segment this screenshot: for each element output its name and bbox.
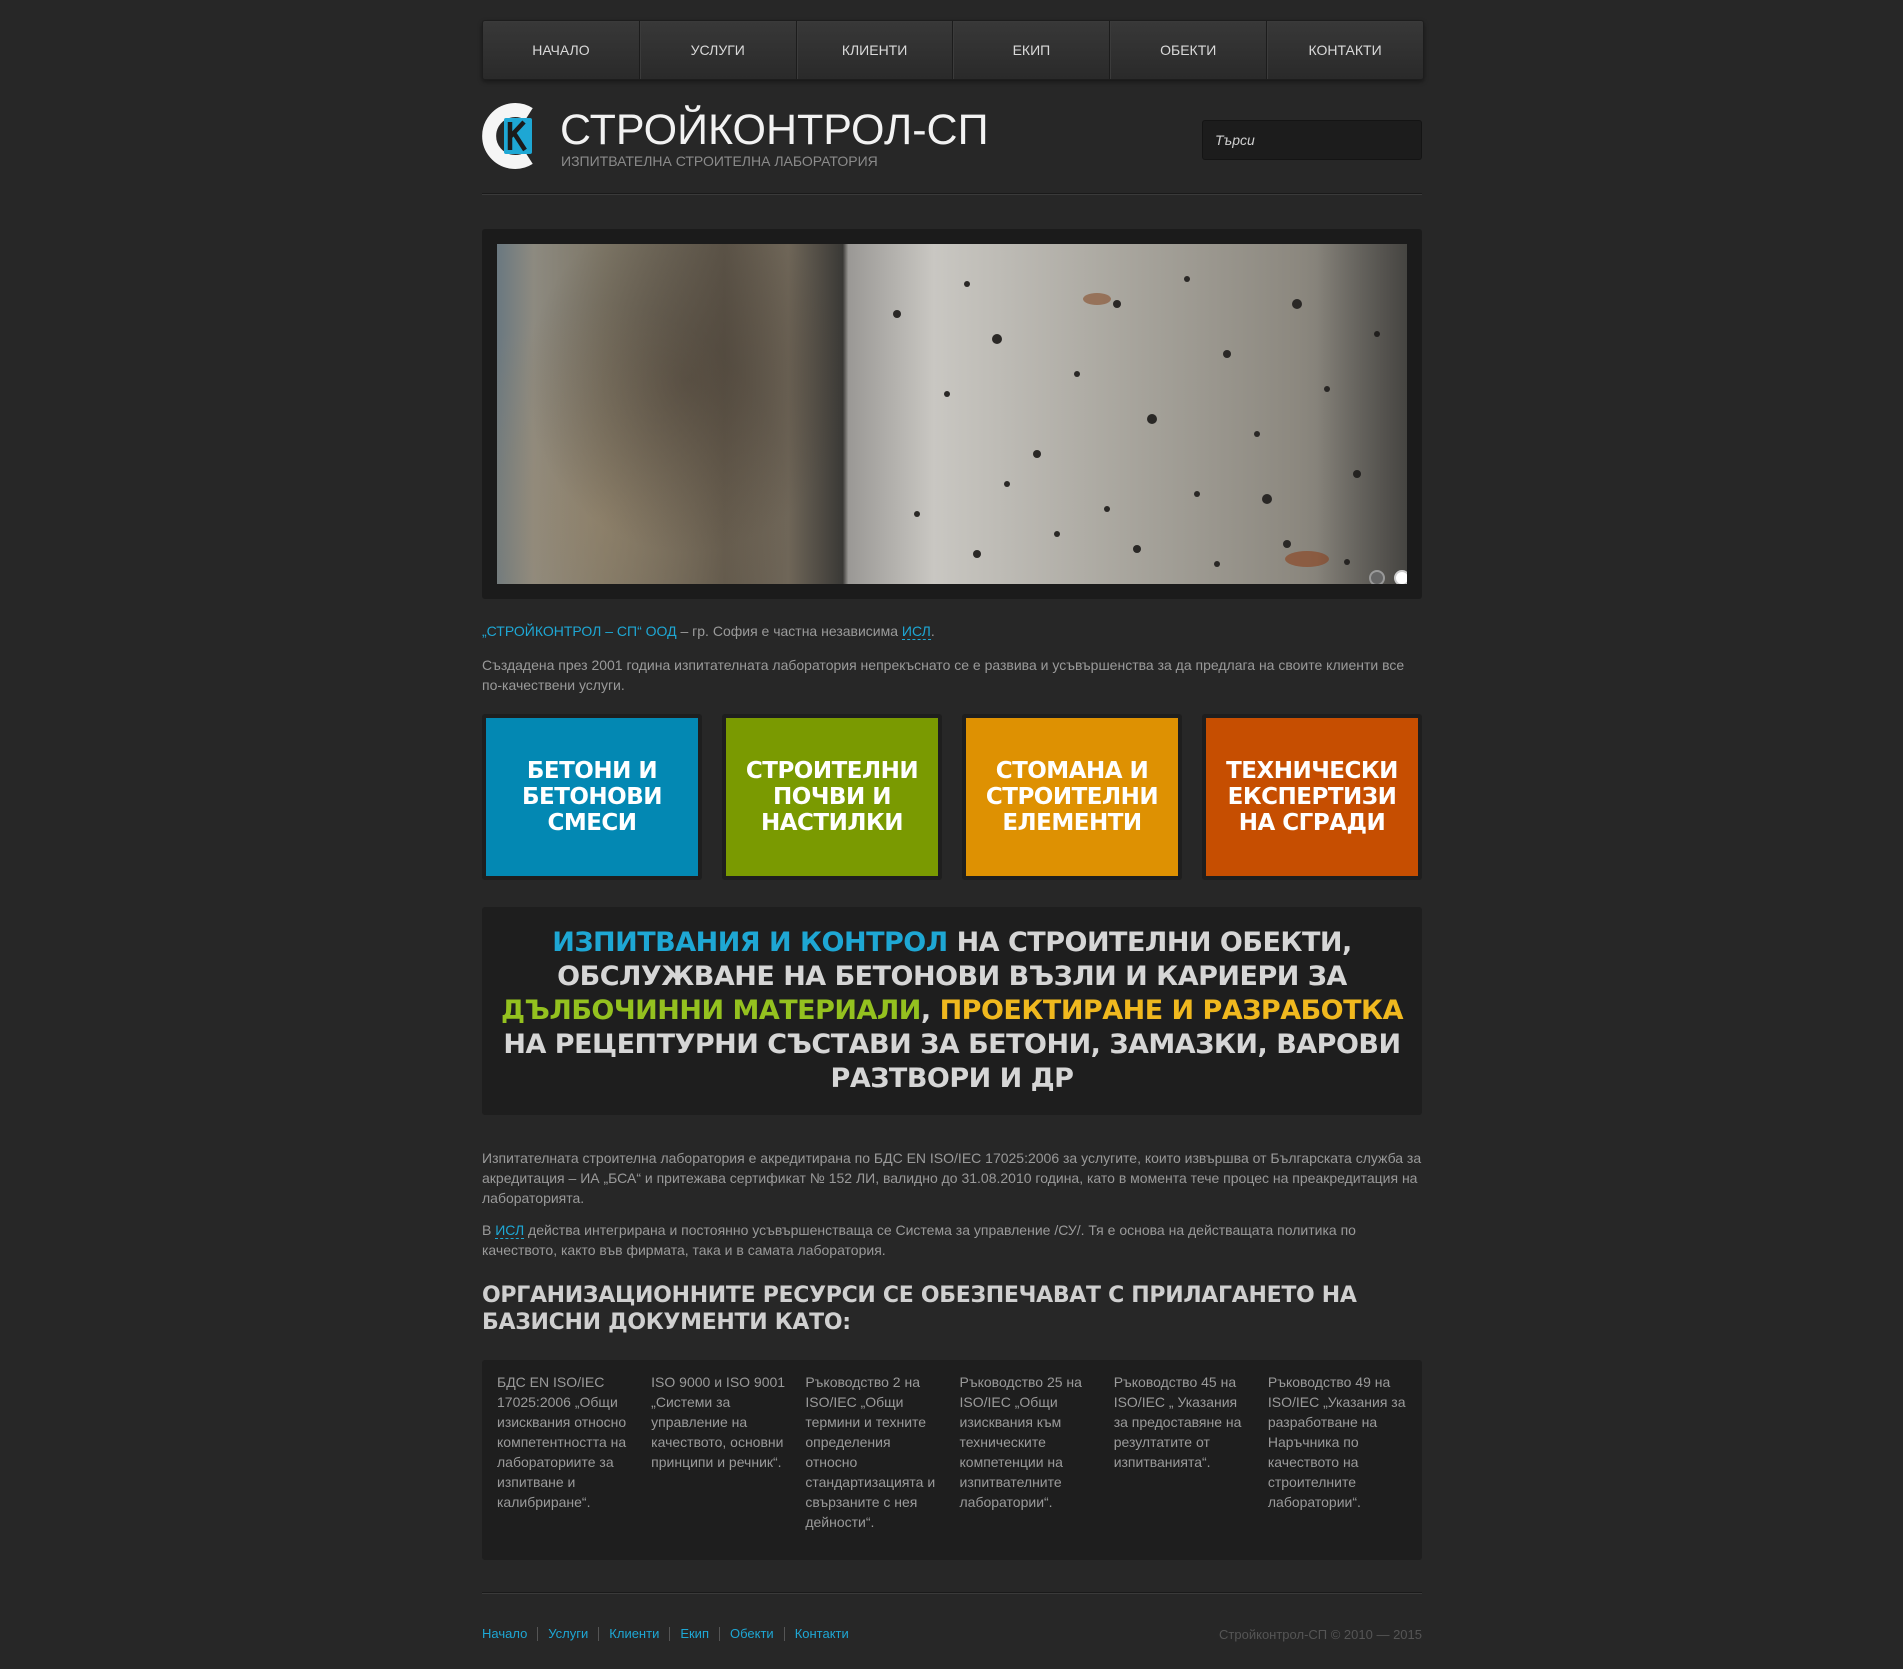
footer-link-contacts[interactable]: Контакти <box>783 1627 859 1641</box>
intro-paragraph-2: Създадена през 2001 година изпитателната… <box>482 657 1405 693</box>
nav-clients[interactable]: КЛИЕНТИ <box>797 21 954 79</box>
slider-dot-2[interactable] <box>1394 570 1407 584</box>
slider-dot-1[interactable] <box>1369 570 1385 584</box>
site-subtitle: ИЗПИТВАТЕЛНА СТРОИТЕЛНА ЛАБОРАТОРИЯ <box>561 153 878 169</box>
copyright: Стройконтрол-СП © 2010 — 2015 <box>1219 1627 1422 1642</box>
isl-link[interactable]: ИСЛ <box>901 623 931 640</box>
nav-contacts[interactable]: КОНТАКТИ <box>1267 21 1423 79</box>
footer-link-home[interactable]: Начало <box>482 1627 537 1641</box>
concrete-texture <box>893 276 1380 567</box>
banner-text: ИЗПИТВАНИЯ И КОНТРОЛ НА СТРОИТЕЛНИ ОБЕКТ… <box>500 927 1404 1094</box>
doc-item: Ръководство 49 на ISO/IEC „Указания за р… <box>1267 1374 1406 1510</box>
service-tile-steel[interactable]: СТОМАНА И СТРОИТЕЛНИ ЕЛЕМЕНТИ <box>962 714 1182 880</box>
footer-link-sites[interactable]: Обекти <box>719 1627 784 1641</box>
tile-label: БЕТОНИ И БЕТОНОВИ СМЕСИ <box>486 718 698 876</box>
doc-item: Ръководство 25 на ISO/IEC „Общи изискван… <box>959 1374 1082 1510</box>
footer-nav: Начало Услуги Клиенти Екип Обекти Контак… <box>482 1627 859 1641</box>
nav-home[interactable]: НАЧАЛО <box>483 21 640 79</box>
doc-item: Ръководство 45 на ISO/IEC „ Указания за … <box>1113 1374 1242 1470</box>
documents-table: БДС EN ISO/IEC 17025:2006 „Общи изискван… <box>482 1360 1422 1560</box>
intro-text: – гр. София е частна независима <box>676 623 902 639</box>
main-nav: НАЧАЛО УСЛУГИ КЛИЕНТИ ЕКИП ОБЕКТИ КОНТАК… <box>482 20 1424 80</box>
intro-paragraph: „СТРОЙКОНТРОЛ – СП“ ООД – гр. София е ча… <box>482 623 935 640</box>
service-tile-soils[interactable]: СТРОИТЕЛНИ ПОЧВИ И НАСТИЛКИ <box>722 714 942 880</box>
quality-paragraph: В ИСЛ действа интегрирана и постоянно ус… <box>482 1222 1356 1258</box>
logo-icon[interactable] <box>482 100 534 172</box>
footer-link-team[interactable]: Екип <box>669 1627 719 1641</box>
footer-link-clients[interactable]: Клиенти <box>598 1627 669 1641</box>
tile-label: СТОМАНА И СТРОИТЕЛНИ ЕЛЕМЕНТИ <box>966 718 1178 876</box>
nav-team[interactable]: ЕКИП <box>953 21 1111 79</box>
service-tile-concrete[interactable]: БЕТОНИ И БЕТОНОВИ СМЕСИ <box>482 714 702 880</box>
nav-services[interactable]: УСЛУГИ <box>640 21 797 79</box>
company-link[interactable]: „СТРОЙКОНТРОЛ – СП“ ООД <box>482 623 677 639</box>
image-slider <box>482 229 1422 599</box>
search-input[interactable] <box>1202 120 1422 160</box>
slide-concrete-image <box>497 244 1407 584</box>
tile-label: СТРОИТЕЛНИ ПОЧВИ И НАСТИЛКИ <box>726 718 938 876</box>
accreditation-paragraph: Изпитателната строителна лаборатория е а… <box>482 1150 1422 1206</box>
header-divider <box>482 193 1422 195</box>
doc-item: Ръководство 2 на ISO/IEC „Общи термини и… <box>805 1374 936 1530</box>
tile-label: ТЕХНИЧЕСКИ ЕКСПЕРТИЗИ НА СГРАДИ <box>1206 718 1418 876</box>
doc-item: ISO 9000 и ISO 9001 „Системи за управлен… <box>651 1374 786 1470</box>
site-title: СТРОЙКОНТРОЛ-СП <box>560 106 989 154</box>
footer-divider <box>482 1592 1422 1594</box>
doc-item: БДС EN ISO/IEC 17025:2006 „Общи изискван… <box>497 1374 627 1510</box>
services-banner: ИЗПИТВАНИЯ И КОНТРОЛ НА СТРОИТЕЛНИ ОБЕКТ… <box>482 907 1422 1115</box>
isl-link[interactable]: ИСЛ <box>495 1222 525 1239</box>
footer-link-services[interactable]: Услуги <box>537 1627 598 1641</box>
nav-sites[interactable]: ОБЕКТИ <box>1110 21 1268 79</box>
docs-heading: ОРГАНИЗАЦИОННИТЕ РЕСУРСИ СЕ ОБЕЗПЕЧАВАТ … <box>482 1283 1357 1335</box>
service-tile-expertise[interactable]: ТЕХНИЧЕСКИ ЕКСПЕРТИЗИ НА СГРАДИ <box>1202 714 1422 880</box>
